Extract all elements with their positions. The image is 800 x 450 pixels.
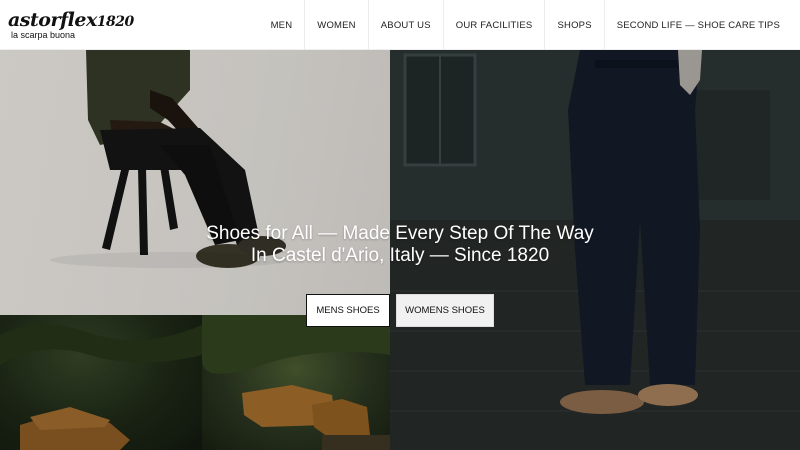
logo-wordmark: astorflex1820 bbox=[8, 9, 134, 31]
hero-headline-line2: In Castel d'Ario, Italy — Since 1820 bbox=[250, 245, 550, 266]
hero-section: Shoes for All — Made Every Step Of The W… bbox=[0, 50, 800, 450]
hero-headline: Shoes for All — Made Every Step Of The W… bbox=[0, 223, 800, 267]
womens-shoes-button[interactable]: WOMENS SHOES bbox=[396, 294, 494, 327]
main-nav: MEN WOMEN ABOUT US OUR FACILITIES SHOPS … bbox=[259, 0, 792, 50]
mens-shoes-button[interactable]: MENS SHOES bbox=[306, 294, 390, 327]
hero-cta-group: MENS SHOES WOMENS SHOES bbox=[0, 294, 800, 327]
nav-item-our-facilities[interactable]: OUR FACILITIES bbox=[442, 0, 545, 50]
hero-headline-line1: Shoes for All — Made Every Step Of The W… bbox=[206, 223, 594, 244]
nav-item-second-life[interactable]: SECOND LIFE — SHOE CARE TIPS bbox=[603, 0, 792, 50]
nav-item-women[interactable]: WOMEN bbox=[304, 0, 367, 50]
nav-item-shops[interactable]: SHOPS bbox=[544, 0, 603, 50]
logo-tagline: la scarpa buona bbox=[11, 30, 76, 40]
nav-item-men[interactable]: MEN bbox=[259, 0, 305, 50]
site-header: astorflex1820 la scarpa buona MEN WOMEN … bbox=[0, 0, 800, 50]
nav-item-about-us[interactable]: ABOUT US bbox=[367, 0, 443, 50]
brand-logo[interactable]: astorflex1820 la scarpa buona bbox=[8, 9, 134, 43]
